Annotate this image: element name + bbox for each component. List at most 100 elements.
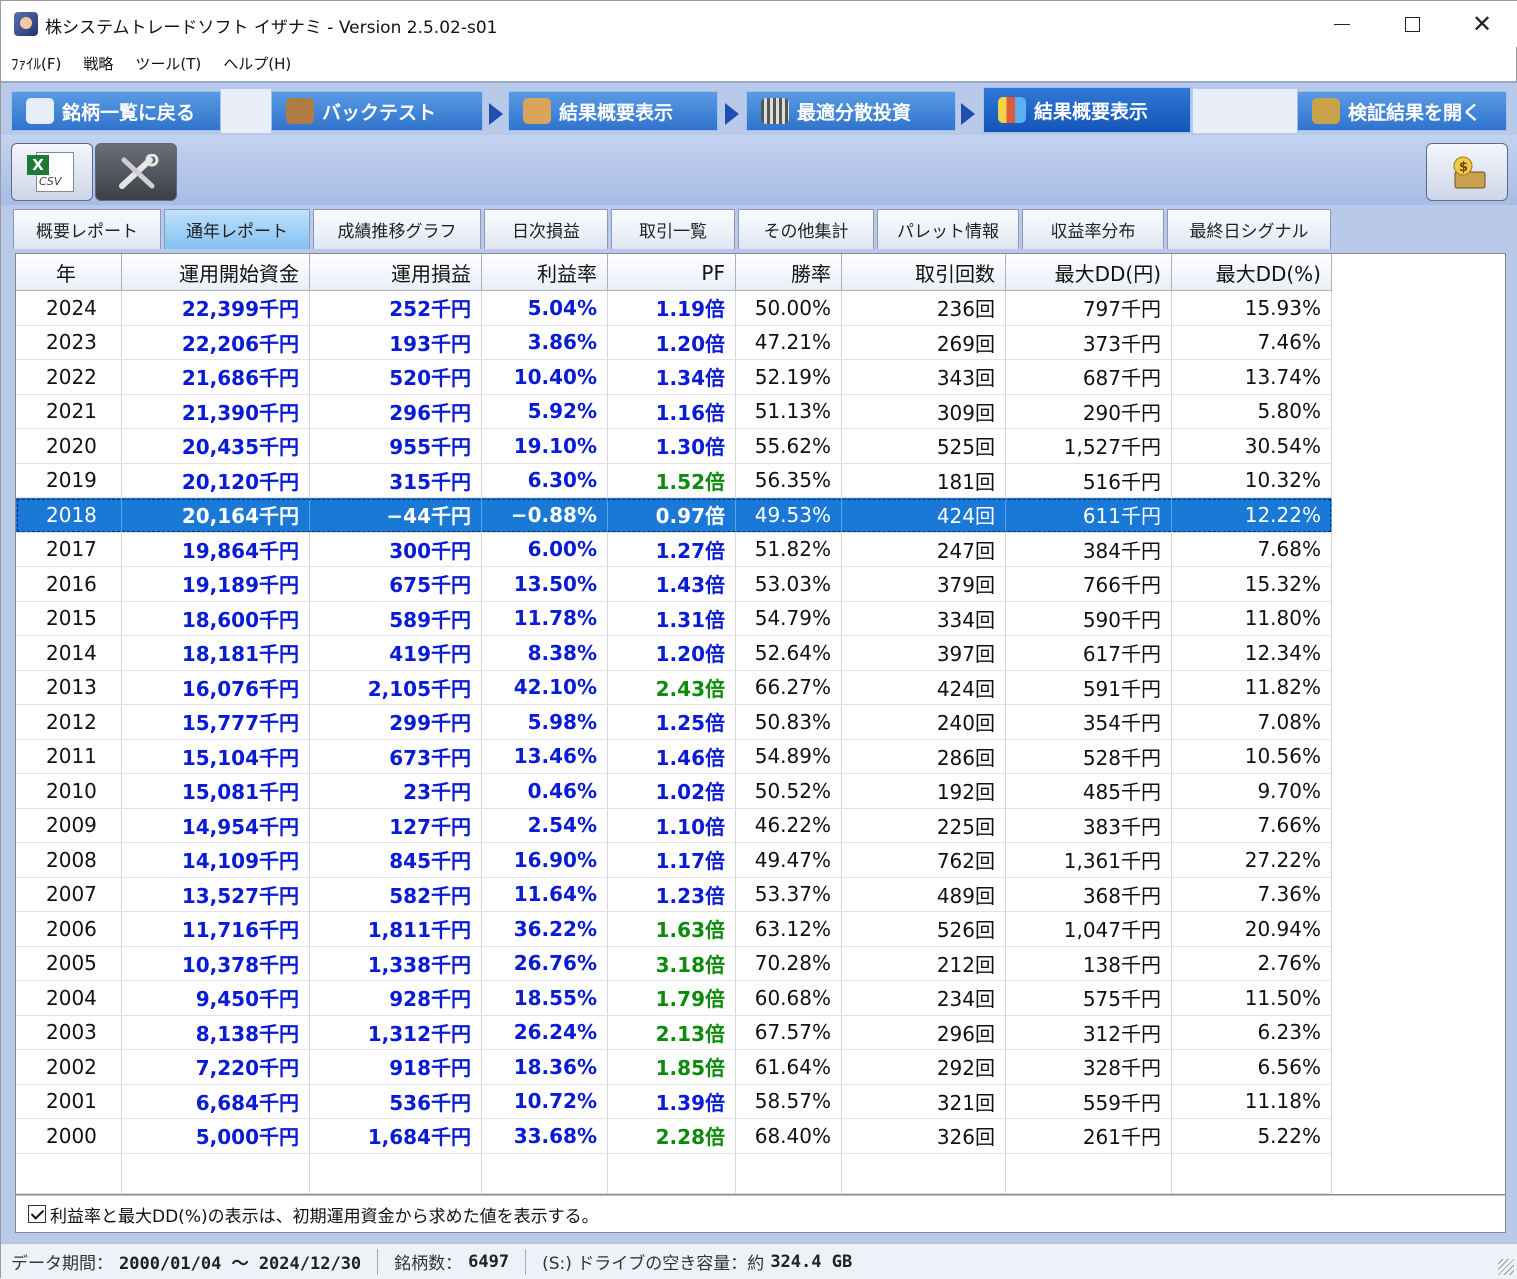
cell-win-rate: 58.57% [736, 1084, 842, 1118]
cell-max-dd-yen: 1,361千円 [1006, 843, 1172, 877]
tab-annual-report[interactable]: 通年レポート [164, 209, 310, 249]
cell-pnl: 296千円 [310, 394, 482, 428]
table-row[interactable]: 2015 18,600千円 589千円 11.78% 1.31倍 54.79% 334回 59… [16, 601, 1332, 636]
table-row[interactable]: 2020 20,435千円 955千円 19.10% 1.30倍 55.62% 525回 1,… [16, 429, 1332, 464]
tab-daily-pnl[interactable]: 日次損益 [484, 209, 608, 249]
tab-summary-report[interactable]: 概要レポート [13, 209, 161, 249]
cell-max-dd-yen: 687千円 [1006, 360, 1172, 394]
table-row[interactable]: 2003 8,138千円 1,312千円 26.24% 2.13倍 67.57% 296回 3… [16, 1015, 1332, 1050]
table-row[interactable]: 2000 5,000千円 1,684千円 33.68% 2.28倍 68.40% 326回 2… [16, 1119, 1332, 1154]
cell-win-rate: 63.12% [736, 912, 842, 946]
table-row[interactable]: 2023 22,206千円 193千円 3.86% 1.20倍 47.21% 269回 373… [16, 325, 1332, 360]
open-results-icon [1312, 98, 1340, 124]
header-col-start-capital[interactable]: 運用開始資金 [122, 254, 310, 291]
header-col-win-rate[interactable]: 勝率 [736, 254, 842, 291]
resize-grip-icon[interactable] [1498, 1259, 1514, 1275]
tab-return-distribution[interactable]: 収益率分布 [1022, 209, 1164, 249]
table-row[interactable]: 2013 16,076千円 2,105千円 42.10% 2.43倍 66.27% 424回… [16, 670, 1332, 705]
table-row[interactable]: 2014 18,181千円 419千円 8.38% 1.20倍 52.64% 397回 617… [16, 636, 1332, 671]
header-col-max-dd-yen[interactable]: 最大DD(円) [1006, 254, 1172, 291]
table-row[interactable]: 2011 15,104千円 673千円 13.46% 1.46倍 54.89% 286回 52… [16, 739, 1332, 774]
header-col-pf[interactable]: PF [608, 254, 736, 291]
cell-profit-rate: 5.92% [482, 394, 608, 428]
tab-palette-info[interactable]: パレット情報 [877, 209, 1019, 249]
table-row[interactable]: 2009 14,954千円 127千円 2.54% 1.10倍 46.22% 225回 383… [16, 808, 1332, 843]
cell-year: 2019 [16, 463, 122, 497]
cell-pnl: 252千円 [310, 291, 482, 325]
investment-settings-button[interactable]: $ [1426, 143, 1508, 201]
cell-trade-count: 212回 [842, 946, 1006, 980]
cell-year: 2005 [16, 946, 122, 980]
nav-tab-result-summary[interactable]: 結果概要表示 [508, 91, 718, 131]
cell-profit-rate: 26.76% [482, 946, 608, 980]
nav-tab-back-to-list[interactable]: 銘柄一覧に戻る [11, 91, 221, 131]
cell-year: 2007 [16, 877, 122, 911]
cell-year: 2015 [16, 601, 122, 635]
minimize-button[interactable] [1307, 1, 1377, 47]
table-row[interactable]: 2016 19,189千円 675千円 13.50% 1.43倍 53.03% 379回 76… [16, 567, 1332, 602]
table-row[interactable]: 2012 15,777千円 299千円 5.98% 1.25倍 50.83% 240回 354… [16, 705, 1332, 740]
header-col-year[interactable]: 年 [16, 254, 122, 291]
header-col-max-dd-pct[interactable]: 最大DD(%) [1172, 254, 1332, 291]
table-row[interactable]: 2019 20,120千円 315千円 6.30% 1.52倍 56.35% 181回 516… [16, 463, 1332, 498]
menu-help[interactable]: ヘルプ(H) [223, 53, 291, 74]
tools-button[interactable] [95, 143, 177, 201]
nav-tab-open-results[interactable]: 検証結果を開く [1297, 91, 1507, 131]
table-row[interactable]: 2008 14,109千円 845千円 16.90% 1.17倍 49.47% 762回 1,… [16, 843, 1332, 878]
table-row[interactable]: 2018 20,164千円 −44千円 −0.88% 0.97倍 49.53% 424回 61… [16, 498, 1332, 533]
table-row[interactable]: 2017 19,864千円 300千円 6.00% 1.27倍 51.82% 247回 384… [16, 532, 1332, 567]
tab-last-day-signal[interactable]: 最終日シグナル [1167, 209, 1331, 249]
tab-other-stats[interactable]: その他集計 [738, 209, 874, 249]
tab-performance-graph[interactable]: 成績推移グラフ [313, 209, 481, 249]
header-col-profit-rate[interactable]: 利益率 [482, 254, 608, 291]
cell-win-rate: 52.64% [736, 636, 842, 670]
tools-icon [119, 154, 159, 189]
cell-max-dd-yen: 1,527千円 [1006, 429, 1172, 463]
menu-strategy[interactable]: 戦略 [83, 53, 113, 74]
table-row[interactable]: 2002 7,220千円 918千円 18.36% 1.85倍 61.64% 292回 328… [16, 1050, 1332, 1085]
empty-cell [608, 1153, 736, 1193]
cell-max-dd-yen: 1,047千円 [1006, 912, 1172, 946]
table-row[interactable]: 2006 11,716千円 1,811千円 36.22% 1.63倍 63.12% 526回… [16, 912, 1332, 947]
cell-start-capital: 22,206千円 [122, 325, 310, 359]
minimize-icon [1334, 23, 1350, 25]
table-row[interactable]: 2004 9,450千円 928千円 18.55% 1.79倍 60.68% 234回 575… [16, 981, 1332, 1016]
cell-pf: 1.85倍 [608, 1050, 736, 1084]
cell-year: 2017 [16, 532, 122, 566]
cell-win-rate: 60.68% [736, 981, 842, 1015]
cell-trade-count: 181回 [842, 463, 1006, 497]
cell-year: 2020 [16, 429, 122, 463]
cell-start-capital: 20,120千円 [122, 463, 310, 497]
cell-pnl: 582千円 [310, 877, 482, 911]
nav-tab-backtest[interactable]: バックテスト [271, 91, 483, 131]
initial-capital-checkbox[interactable] [28, 1205, 46, 1223]
header-col-pnl[interactable]: 運用損益 [310, 254, 482, 291]
close-button[interactable]: ✕ [1447, 1, 1517, 47]
table-row[interactable]: 2021 21,390千円 296千円 5.92% 1.16倍 51.13% 309回 290… [16, 394, 1332, 429]
cell-trade-count: 296回 [842, 1015, 1006, 1049]
cell-start-capital: 7,220千円 [122, 1050, 310, 1084]
table-row[interactable]: 2024 22,399千円 252千円 5.04% 1.19倍 50.00% 236回 797… [16, 291, 1332, 326]
nav-tab-result-summary-active[interactable]: 結果概要表示 [983, 87, 1191, 133]
cell-start-capital: 19,864千円 [122, 532, 310, 566]
menu-tools[interactable]: ツール(T) [135, 53, 201, 74]
app-window: 株システムトレードソフト イザナミ - Version 2.5.02-s01 ✕… [0, 0, 1517, 1279]
cell-win-rate: 67.57% [736, 1015, 842, 1049]
table-row[interactable]: 2007 13,527千円 582千円 11.64% 1.23倍 53.37% 489回 36… [16, 877, 1332, 912]
cell-start-capital: 19,189千円 [122, 567, 310, 601]
table-row[interactable]: 2005 10,378千円 1,338千円 26.76% 3.18倍 70.28% 212回… [16, 946, 1332, 981]
export-csv-button[interactable]: CSV [11, 143, 93, 201]
money-box-icon: $ [1453, 156, 1486, 189]
empty-cell [736, 1153, 842, 1193]
nav-tab-optimal-allocation[interactable]: 最適分散投資 [746, 91, 956, 131]
table-row[interactable]: 2001 6,684千円 536千円 10.72% 1.39倍 58.57% 321回 559… [16, 1084, 1332, 1119]
table-row[interactable]: 2010 15,081千円 23千円 0.46% 1.02倍 50.52% 192回 485千… [16, 774, 1332, 809]
cell-pnl: 127千円 [310, 808, 482, 842]
tab-trade-list[interactable]: 取引一覧 [611, 209, 735, 249]
table-row[interactable]: 2022 21,686千円 520千円 10.40% 1.34倍 52.19% 343回 68… [16, 360, 1332, 395]
cell-pf: 1.17倍 [608, 843, 736, 877]
maximize-button[interactable] [1377, 1, 1447, 47]
menu-file[interactable]: ﾌｧｲﾙ(F) [11, 53, 61, 74]
header-col-trade-count[interactable]: 取引回数 [842, 254, 1006, 291]
cell-max-dd-yen: 261千円 [1006, 1119, 1172, 1153]
